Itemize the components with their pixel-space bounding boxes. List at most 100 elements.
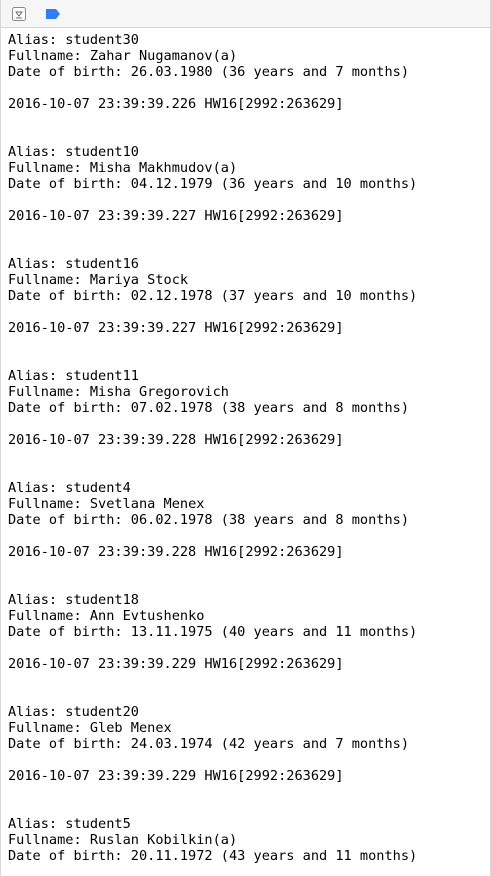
dob-line: Date of birth: 20.11.1972 (43 years and … [8,848,490,864]
fullname-line-label: Fullname: [8,608,82,624]
dob-line: Date of birth: 06.02.1978 (38 years and … [8,512,490,528]
fullname-line: Fullname: Ruslan Kobilkin(a) [8,832,490,848]
dob-line-label: Date of birth: [8,288,123,304]
alias-line-label: Alias: [8,480,58,496]
fullname-line-value: Mariya Stock [89,272,189,288]
alias-line: Alias: student30 [8,32,490,48]
fullname-line-value: Ruslan Kobilkin(a) [89,832,238,848]
dob-line-value: 24.03.1974 (42 years and 7 months) [130,736,410,752]
dob-line-value: 04.12.1979 (36 years and 10 months) [130,176,418,192]
fullname-line: Fullname: Misha Gregorovich [8,384,490,400]
fullname-line: Fullname: Gleb Menex [8,720,490,736]
fullname-line-label: Fullname: [8,496,82,512]
console-entry: Alias: student16 Fullname: Mariya Stock Da… [8,256,490,336]
fullname-line-label: Fullname: [8,160,82,176]
debug-console-window: Alias: student30 Fullname: Zahar Nugamano… [0,0,491,876]
alias-line: Alias: student10 [8,144,490,160]
console-output[interactable]: Alias: student30 Fullname: Zahar Nugamano… [1,28,490,864]
dob-line-value: 20.11.1972 (43 years and 11 months) [130,848,418,864]
log-line: 2016-10-07 23:39:39.226 HW16[2992:263629… [8,96,490,112]
alias-line: Alias: student20 [8,704,490,720]
dob-line-value: 06.02.1978 (38 years and 8 months) [130,512,410,528]
alias-line: Alias: student18 [8,592,490,608]
alias-line-label: Alias: [8,144,58,160]
fullname-line: Fullname: Svetlana Menex [8,496,490,512]
alias-line-label: Alias: [8,704,58,720]
dob-line: Date of birth: 07.02.1978 (38 years and … [8,400,490,416]
log-line: 2016-10-07 23:39:39.227 HW16[2992:263629… [8,208,490,224]
log-line-value: 2016-10-07 23:39:39.227 HW16[2992:263629… [8,320,344,336]
log-line: 2016-10-07 23:39:39.229 HW16[2992:263629… [8,768,490,784]
console-entry: Alias: student30 Fullname: Zahar Nugamano… [8,32,490,112]
console-entry: Alias: student18 Fullname: Ann Evtushenko… [8,592,490,672]
console-entry: Alias: student10 Fullname: Misha Makhmudo… [8,144,490,224]
fullname-line: Fullname: Mariya Stock [8,272,490,288]
alias-line-label: Alias: [8,368,58,384]
fullname-line: Fullname: Zahar Nugamanov(a) [8,48,490,64]
alias-line: Alias: student16 [8,256,490,272]
dob-line: Date of birth: 04.12.1979 (36 years and … [8,176,490,192]
hide-console-icon [12,6,26,21]
alias-line-value: student11 [65,368,139,384]
fullname-line-label: Fullname: [8,384,82,400]
alias-line: Alias: student4 [8,480,490,496]
log-line-value: 2016-10-07 23:39:39.228 HW16[2992:263629… [8,432,344,448]
fullname-line-value: Svetlana Menex [89,496,205,512]
dob-line: Date of birth: 24.03.1974 (42 years and … [8,736,490,752]
dob-line-label: Date of birth: [8,400,123,416]
alias-line-value: student4 [65,480,131,496]
alias-line: Alias: student11 [8,368,490,384]
dob-line-value: 07.02.1978 (38 years and 8 months) [130,400,410,416]
dob-line-label: Date of birth: [8,512,123,528]
dob-line-label: Date of birth: [8,624,123,640]
alias-line-value: student30 [65,32,139,48]
breakpoints-toggle-button[interactable] [43,4,63,24]
hide-console-button[interactable] [9,4,29,24]
log-line-value: 2016-10-07 23:39:39.226 HW16[2992:263629… [8,96,344,112]
console-entry: Alias: student5 Fullname: Ruslan Kobilkin… [8,816,490,864]
fullname-line-value: Misha Gregorovich [89,384,229,400]
dob-line-label: Date of birth: [8,176,123,192]
dob-line: Date of birth: 13.11.1975 (40 years and … [8,624,490,640]
alias-line-value: student5 [65,816,131,832]
fullname-line-label: Fullname: [8,720,82,736]
alias-line-value: student18 [65,592,139,608]
dob-line: Date of birth: 02.12.1978 (37 years and … [8,288,490,304]
fullname-line-value: Ann Evtushenko [89,608,205,624]
log-line-value: 2016-10-07 23:39:39.229 HW16[2992:263629… [8,768,344,784]
alias-line-label: Alias: [8,816,58,832]
fullname-line-value: Misha Makhmudov(a) [89,160,238,176]
alias-line: Alias: student5 [8,816,490,832]
dob-line-label: Date of birth: [8,736,123,752]
fullname-line: Fullname: Misha Makhmudov(a) [8,160,490,176]
alias-line-value: student16 [65,256,139,272]
breakpoint-icon [46,8,60,19]
console-entry: Alias: student11 Fullname: Misha Gregorov… [8,368,490,448]
dob-line-label: Date of birth: [8,848,123,864]
fullname-line-label: Fullname: [8,832,82,848]
alias-line-value: student20 [65,704,139,720]
fullname-line-label: Fullname: [8,272,82,288]
alias-line-label: Alias: [8,256,58,272]
alias-line-label: Alias: [8,32,58,48]
log-line: 2016-10-07 23:39:39.228 HW16[2992:263629… [8,432,490,448]
console-entry: Alias: student4 Fullname: Svetlana Menex D… [8,480,490,560]
log-line: 2016-10-07 23:39:39.228 HW16[2992:263629… [8,544,490,560]
log-line-value: 2016-10-07 23:39:39.228 HW16[2992:263629… [8,544,344,560]
dob-line: Date of birth: 26.03.1980 (36 years and … [8,64,490,80]
log-line-value: 2016-10-07 23:39:39.227 HW16[2992:263629… [8,208,344,224]
dob-line-value: 13.11.1975 (40 years and 11 months) [130,624,418,640]
log-line-value: 2016-10-07 23:39:39.229 HW16[2992:263629… [8,656,344,672]
fullname-line-value: Gleb Menex [89,720,172,736]
console-toolbar [1,0,490,28]
alias-line-label: Alias: [8,592,58,608]
console-entry: Alias: student20 Fullname: Gleb Menex Date… [8,704,490,784]
dob-line-value: 02.12.1978 (37 years and 10 months) [130,288,418,304]
fullname-line-value: Zahar Nugamanov(a) [89,48,238,64]
fullname-line-label: Fullname: [8,48,82,64]
